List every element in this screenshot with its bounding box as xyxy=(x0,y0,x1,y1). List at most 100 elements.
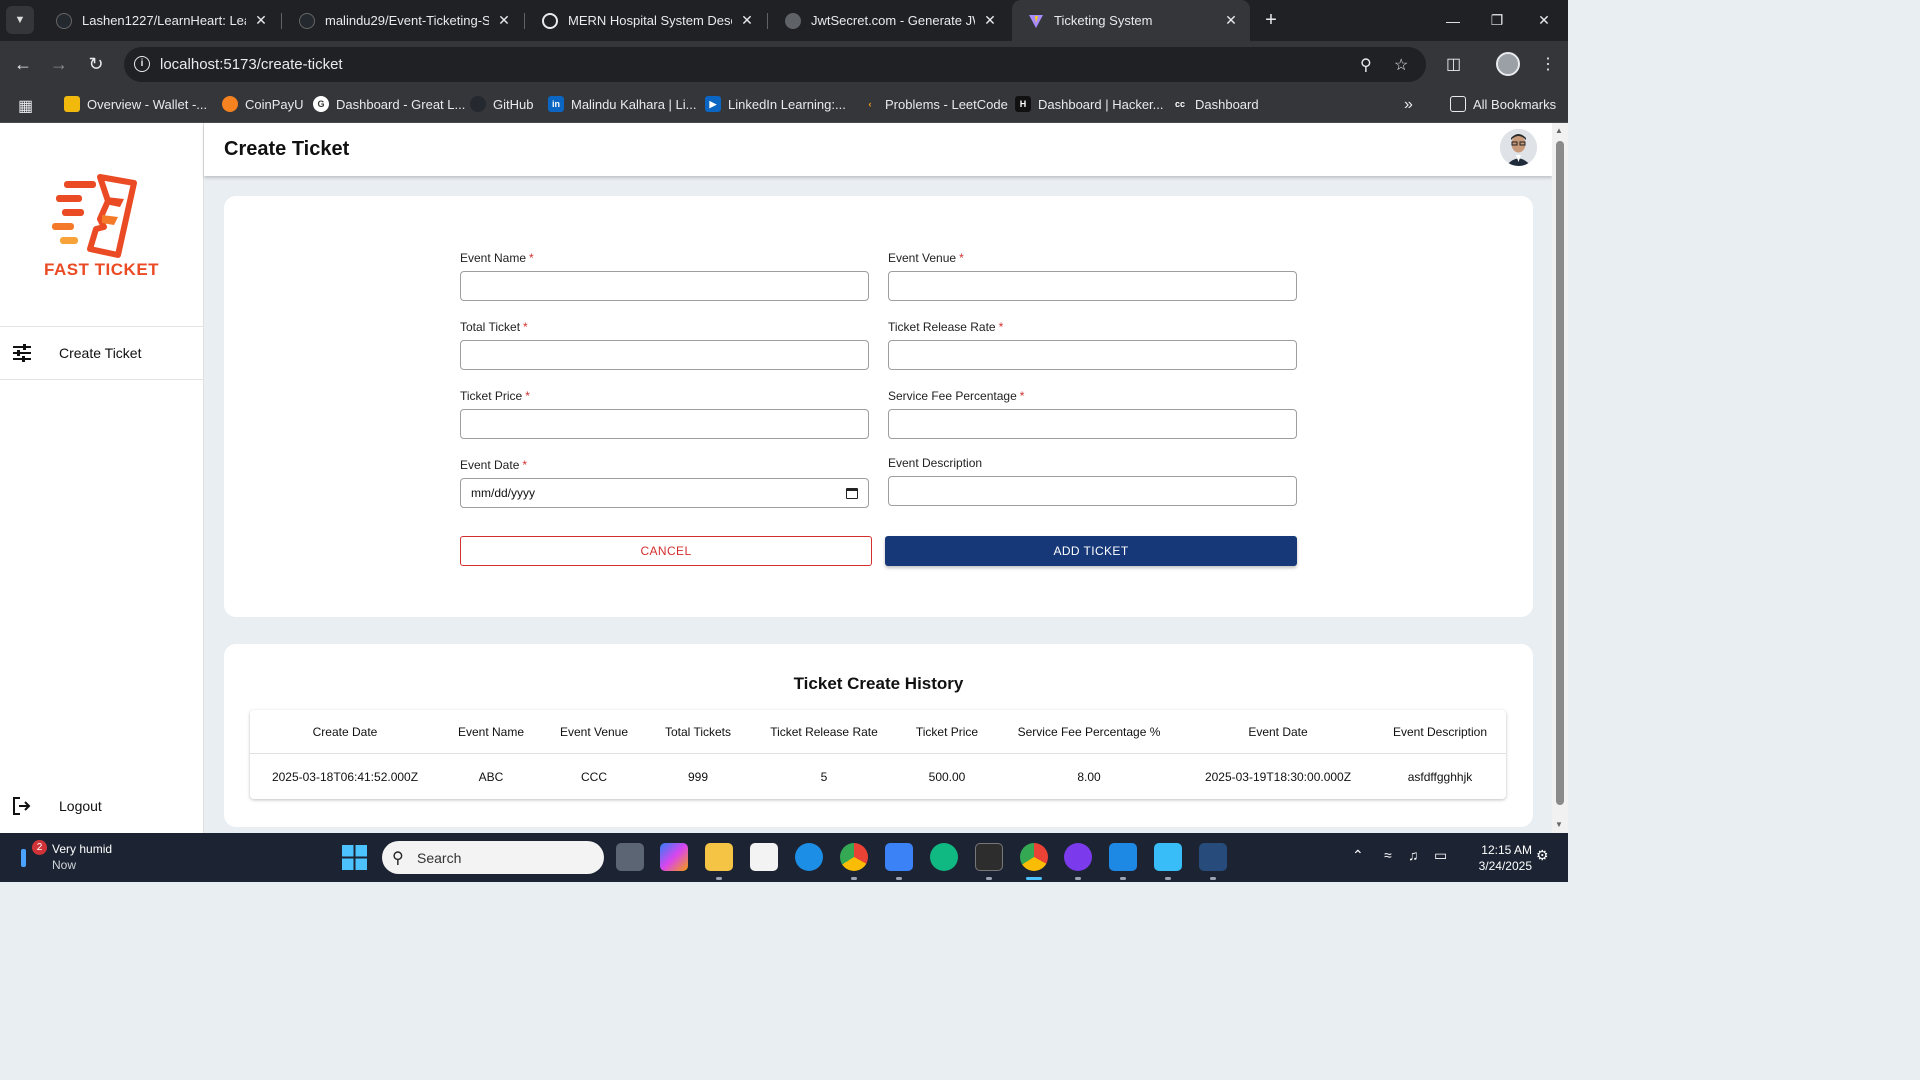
reload-button[interactable]: ↻ xyxy=(83,51,109,77)
running-indicator xyxy=(716,877,722,880)
chevron-up-icon[interactable]: ⌃ xyxy=(1352,847,1364,864)
apps-grid-icon[interactable]: ▦ xyxy=(18,96,33,116)
url-text[interactable]: localhost:5173/create-ticket xyxy=(160,56,343,73)
cancel-button[interactable]: CANCEL xyxy=(460,536,872,566)
tab-search-button[interactable]: ▼ xyxy=(6,6,34,34)
ms-store-icon[interactable] xyxy=(750,843,778,871)
tab-title: JwtSecret.com - Generate JWT S xyxy=(811,13,975,28)
sidebar-item-create-ticket[interactable]: Create Ticket xyxy=(0,327,204,379)
tab-separator xyxy=(281,13,282,29)
restore-button[interactable]: ❐ xyxy=(1474,0,1520,41)
paint-icon[interactable] xyxy=(1154,843,1182,871)
vscode-icon[interactable] xyxy=(1109,843,1137,871)
bookmark-label: Malindu Kalhara | Li... xyxy=(571,96,697,112)
bookmark-item[interactable]: cc Dashboard xyxy=(1172,96,1259,112)
new-tab-button[interactable]: + xyxy=(1259,8,1283,32)
service-fee-percentage-field: Service Fee Percentage * xyxy=(888,389,1297,439)
ticket-release-rate-input[interactable] xyxy=(888,340,1297,370)
tab-separator xyxy=(767,13,768,29)
bookmark-label: GitHub xyxy=(493,96,534,112)
bookmark-item[interactable]: GitHub xyxy=(470,96,533,112)
close-icon[interactable]: ✕ xyxy=(495,12,513,29)
back-button[interactable]: ← xyxy=(10,51,36,77)
copilot-icon[interactable] xyxy=(660,843,688,871)
column-header: Total Tickets xyxy=(664,725,732,739)
event-venue-input[interactable] xyxy=(888,271,1297,301)
bookmark-item[interactable]: CoinPayU xyxy=(222,96,304,112)
menu-kebab-icon[interactable]: ⋮ xyxy=(1540,54,1556,74)
event-date-input[interactable]: mm/dd/yyyy xyxy=(460,478,869,508)
clock-time: 12:15 AM xyxy=(1481,843,1532,857)
close-icon[interactable]: ✕ xyxy=(1222,12,1240,29)
scroll-up-icon[interactable]: ▲ xyxy=(1555,126,1563,135)
edge-icon[interactable] xyxy=(795,843,823,871)
ticket-price-input[interactable] xyxy=(460,409,869,439)
minimize-button[interactable]: — xyxy=(1430,0,1476,41)
scrollbar-thumb[interactable] xyxy=(1556,141,1564,805)
bookmark-item[interactable]: Overview - Wallet -... xyxy=(64,96,207,112)
page-scrollbar[interactable]: ▲ ▼ xyxy=(1552,123,1568,833)
scroll-down-icon[interactable]: ▼ xyxy=(1555,820,1563,829)
more-bookmarks-icon[interactable]: » xyxy=(1404,96,1413,114)
bookmark-item[interactable]: ‹ Problems - LeetCode xyxy=(862,96,1008,112)
bookmark-label: Dashboard xyxy=(1195,96,1259,112)
event-description-input[interactable] xyxy=(888,476,1297,506)
github-desktop-icon[interactable] xyxy=(1064,843,1092,871)
bookmark-item[interactable]: ▶ LinkedIn Learning:... xyxy=(705,96,846,112)
system-clock[interactable]: 12:15 AM 3/24/2025 xyxy=(1460,842,1532,874)
all-bookmarks-folder[interactable]: All Bookmarks xyxy=(1450,96,1556,112)
close-icon[interactable]: ✕ xyxy=(981,12,999,29)
zoom-icon[interactable]: ⚲ xyxy=(1360,55,1372,75)
total-ticket-input[interactable] xyxy=(460,340,869,370)
close-icon[interactable]: ✕ xyxy=(252,12,270,29)
event-venue-field: Event Venue * xyxy=(888,251,1297,301)
column-header: Event Name xyxy=(457,725,525,739)
close-window-button[interactable]: ✕ xyxy=(1521,0,1567,41)
browser-tab[interactable]: Lashen1227/LearnHeart: LearnH ✕ xyxy=(40,0,280,41)
forward-button[interactable]: → xyxy=(46,51,72,77)
bookmark-star-icon[interactable]: ☆ xyxy=(1394,55,1408,75)
user-avatar[interactable] xyxy=(1500,129,1537,166)
browser-tab[interactable]: MERN Hospital System Descript ✕ xyxy=(526,0,766,41)
notepad-icon[interactable] xyxy=(885,843,913,871)
task-view-icon[interactable] xyxy=(616,843,644,871)
chrome-icon[interactable] xyxy=(840,843,868,871)
add-ticket-button[interactable]: ADD TICKET xyxy=(885,536,1297,566)
browser-tab-active[interactable]: Ticketing System ✕ xyxy=(1012,0,1250,41)
calendar-icon[interactable] xyxy=(846,487,858,499)
notification-bell-icon[interactable]: ⚙ xyxy=(1536,847,1549,864)
browser-tab[interactable]: malindu29/Event-Ticketing-Syst ✕ xyxy=(283,0,523,41)
site-info-icon[interactable]: i xyxy=(134,56,150,72)
mongodb-compass-icon[interactable] xyxy=(930,843,958,871)
running-indicator xyxy=(1075,877,1081,880)
column-header: Event Date xyxy=(1248,725,1308,739)
field-label: Ticket Release Rate * xyxy=(888,320,1004,334)
ticket-release-rate-field: Ticket Release Rate * xyxy=(888,320,1297,370)
profile-avatar[interactable] xyxy=(1496,52,1520,76)
extensions-icon[interactable]: ◫ xyxy=(1446,54,1461,74)
bookmark-item[interactable]: in Malindu Kalhara | Li... xyxy=(548,96,697,112)
address-bar[interactable]: i localhost:5173/create-ticket ⚲ ☆ xyxy=(124,47,1426,82)
wifi-icon[interactable]: ≈ xyxy=(1384,847,1392,863)
close-icon[interactable]: ✕ xyxy=(738,12,756,29)
bookmark-item[interactable]: G Dashboard - Great L... xyxy=(313,96,465,112)
event-name-input[interactable] xyxy=(460,271,869,301)
taskbar-search[interactable]: ⚲ Search xyxy=(382,841,604,874)
github-icon xyxy=(299,12,315,29)
terminal-icon[interactable] xyxy=(975,843,1003,871)
windows-start-icon[interactable] xyxy=(342,845,367,870)
logout-button[interactable]: Logout xyxy=(0,780,204,832)
volume-icon[interactable]: ♫ xyxy=(1408,847,1419,863)
bookmark-item[interactable]: H Dashboard | Hacker... xyxy=(1015,96,1164,112)
github-icon xyxy=(56,12,72,29)
browser-tab[interactable]: JwtSecret.com - Generate JWT S ✕ xyxy=(769,0,1009,41)
file-explorer-icon[interactable] xyxy=(705,843,733,871)
windows-taskbar: 2 Very humid Now ⚲ Search ⌃ ≈ ♫ ▭ 12:15 … xyxy=(0,833,1568,882)
chrome-icon[interactable] xyxy=(1020,843,1048,871)
battery-icon[interactable]: ▭ xyxy=(1434,847,1447,864)
sql-server-icon[interactable] xyxy=(1199,843,1227,871)
service-fee-percentage-input[interactable] xyxy=(888,409,1297,439)
field-label: Event Date * xyxy=(460,458,528,472)
event-name-field: Event Name * xyxy=(460,251,869,301)
column-header: Ticket Release Rate xyxy=(770,725,878,739)
